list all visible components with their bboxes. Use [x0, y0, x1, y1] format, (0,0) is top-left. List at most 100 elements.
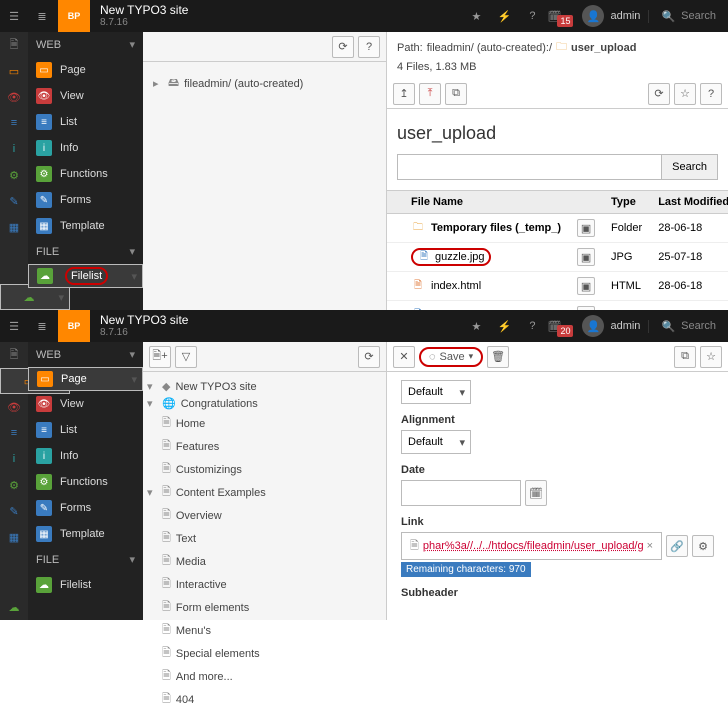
link-wizard-button[interactable]: 🔗	[666, 535, 688, 557]
module-info[interactable]: iInfo	[28, 443, 143, 469]
bookmark-button[interactable]: ☆	[700, 346, 722, 368]
global-search[interactable]: 🔍 Search	[648, 10, 728, 23]
rail-file-icon[interactable]: 🗎	[0, 32, 28, 58]
col-filename[interactable]: File Name	[403, 191, 569, 214]
link-options-button[interactable]: ⚙	[692, 535, 714, 557]
tree-node[interactable]: 🗎Menu's	[147, 619, 382, 642]
refresh-button[interactable]: ⟳	[358, 346, 380, 368]
rail-forms-icon[interactable]: ✎	[0, 188, 28, 214]
calendar-icon[interactable]: 🗓15	[546, 0, 574, 32]
rail-filelist-icon[interactable]: ☁	[0, 594, 28, 620]
delete-button[interactable]: 🗑	[487, 346, 509, 368]
module-filelist[interactable]: ☁Filelist	[28, 572, 143, 598]
rail-tmpl-icon[interactable]: ▦	[0, 214, 28, 240]
table-row[interactable]: 🗎typo3.jpg ▣ JPG 28-06-18 352 B RW -	[387, 301, 728, 311]
toggle-icon[interactable]: ▾	[147, 380, 157, 393]
help-button[interactable]: ?	[358, 36, 380, 58]
help-icon[interactable]: ?	[518, 0, 546, 32]
tree-node[interactable]: 🗎Special elements	[147, 642, 382, 665]
collapse-icon[interactable]: ☰	[0, 310, 28, 342]
module-page[interactable]: ▭Page	[28, 367, 143, 391]
rail-tmpl-icon[interactable]: ▦	[0, 524, 28, 550]
help-button[interactable]: ?	[700, 83, 722, 105]
file-name[interactable]: 🗎guzzle.jpg	[411, 248, 561, 266]
tree-node[interactable]: 🗎Media	[147, 550, 382, 573]
help-icon[interactable]: ?	[518, 310, 546, 342]
rail-forms-icon[interactable]: ✎	[0, 498, 28, 524]
module-functions[interactable]: ⚙Functions	[28, 469, 143, 495]
toggle-icon[interactable]: ▾	[147, 397, 157, 410]
module-template[interactable]: ▦Template	[28, 521, 143, 547]
group-web[interactable]: WEB▾	[28, 342, 143, 367]
upload-button[interactable]: ⤒	[419, 83, 441, 105]
rail-view-icon[interactable]: 👁	[0, 84, 28, 110]
col-type[interactable]: Type	[603, 191, 650, 214]
tree-node[interactable]: 🗎404	[147, 688, 382, 711]
share-button[interactable]: ⧉	[674, 346, 696, 368]
new-button[interactable]: ⧉	[445, 83, 467, 105]
rail-list-icon[interactable]: ≡	[0, 110, 28, 136]
tree-node[interactable]: 🗎Home	[147, 412, 382, 435]
tree-node[interactable]: ▾🗎Content Examples	[147, 481, 382, 504]
tree-node[interactable]: 🗎Customizings	[147, 458, 382, 481]
group-file[interactable]: FILE▾	[28, 239, 143, 264]
list-icon[interactable]: ≣	[28, 0, 56, 32]
rail-func-icon[interactable]: ⚙	[0, 472, 28, 498]
module-list[interactable]: ≡List	[28, 109, 143, 135]
close-button[interactable]: ✕	[393, 346, 415, 368]
list-icon[interactable]: ≣	[28, 310, 56, 342]
rail-page-icon[interactable]: ▭	[0, 58, 28, 84]
tree-root-fileadmin[interactable]: ▸ 🖴 fileadmin/ (auto-created)	[153, 72, 376, 95]
module-template[interactable]: ▦Template	[28, 213, 143, 239]
group-file[interactable]: FILE▾	[28, 547, 143, 572]
clear-icon[interactable]: ×	[643, 540, 657, 552]
file-name[interactable]: 🗀Temporary files (_temp_)	[411, 221, 561, 235]
link-input[interactable]	[423, 534, 643, 558]
global-search[interactable]: 🔍 Search	[648, 320, 728, 333]
tree-node[interactable]: 🗎Features	[147, 435, 382, 458]
filter-button[interactable]: ▽	[175, 346, 197, 368]
thumbnail-icon[interactable]: ▣	[577, 248, 595, 266]
user-menu[interactable]: 👤 admin	[574, 5, 648, 27]
tree-node[interactable]: ▾◆New TYPO3 site	[147, 378, 382, 395]
col-modified[interactable]: Last Modified	[650, 191, 728, 214]
level-up-button[interactable]: ↥	[393, 83, 415, 105]
rail-info-icon[interactable]: i	[0, 136, 28, 162]
module-view[interactable]: 👁View	[28, 83, 143, 109]
date-input[interactable]	[401, 480, 521, 506]
module-functions[interactable]: ⚙Functions	[28, 161, 143, 187]
table-row[interactable]: 🗎guzzle.jpg ▣ JPG 25-07-18 1.83 MB RW -	[387, 243, 728, 272]
file-name[interactable]: 🗎index.html	[411, 279, 561, 293]
expand-icon[interactable]: ▸	[153, 77, 163, 90]
calendar-icon[interactable]: 🗓20	[546, 310, 574, 342]
typo3-logo[interactable]: BP	[58, 0, 90, 32]
thumbnail-icon[interactable]: ▣	[577, 277, 595, 295]
thumbnail-icon[interactable]: ▣	[577, 219, 595, 237]
bookmark-icon[interactable]: ★	[462, 0, 490, 32]
flash-icon[interactable]: ⚡	[490, 0, 518, 32]
module-forms[interactable]: ✎Forms	[28, 187, 143, 213]
tree-node[interactable]: 🗎Form elements	[147, 596, 382, 619]
group-web[interactable]: WEB▾	[28, 32, 143, 57]
alignment-select[interactable]: Default	[401, 430, 471, 454]
bookmark-icon[interactable]: ★	[462, 310, 490, 342]
new-page-button[interactable]: 🗎+	[149, 346, 171, 368]
save-button[interactable]: ◌Save▾	[419, 347, 483, 367]
module-info[interactable]: iInfo	[28, 135, 143, 161]
typo3-logo[interactable]: BP	[58, 310, 90, 342]
rail-info-icon[interactable]: i	[0, 446, 28, 472]
table-row[interactable]: 🗀Temporary files (_temp_) ▣ Folder 28-06…	[387, 214, 728, 243]
user-menu[interactable]: 👤 admin	[574, 315, 648, 337]
rail-list-icon[interactable]: ≡	[0, 420, 28, 446]
tree-node[interactable]: 🗎Text	[147, 527, 382, 550]
tree-node[interactable]: 🗎And more...	[147, 665, 382, 688]
module-list[interactable]: ≡List	[28, 417, 143, 443]
bookmark-button[interactable]: ☆	[674, 83, 696, 105]
rail-func-icon[interactable]: ⚙	[0, 162, 28, 188]
tree-node[interactable]: ▾🌐Congratulations	[147, 395, 382, 412]
rail-view-icon[interactable]: 👁	[0, 394, 28, 420]
search-button[interactable]: Search	[662, 154, 718, 180]
rail-file-icon[interactable]: 🗎	[0, 342, 28, 368]
module-view[interactable]: 👁View	[28, 391, 143, 417]
collapse-icon[interactable]: ☰	[0, 0, 28, 32]
